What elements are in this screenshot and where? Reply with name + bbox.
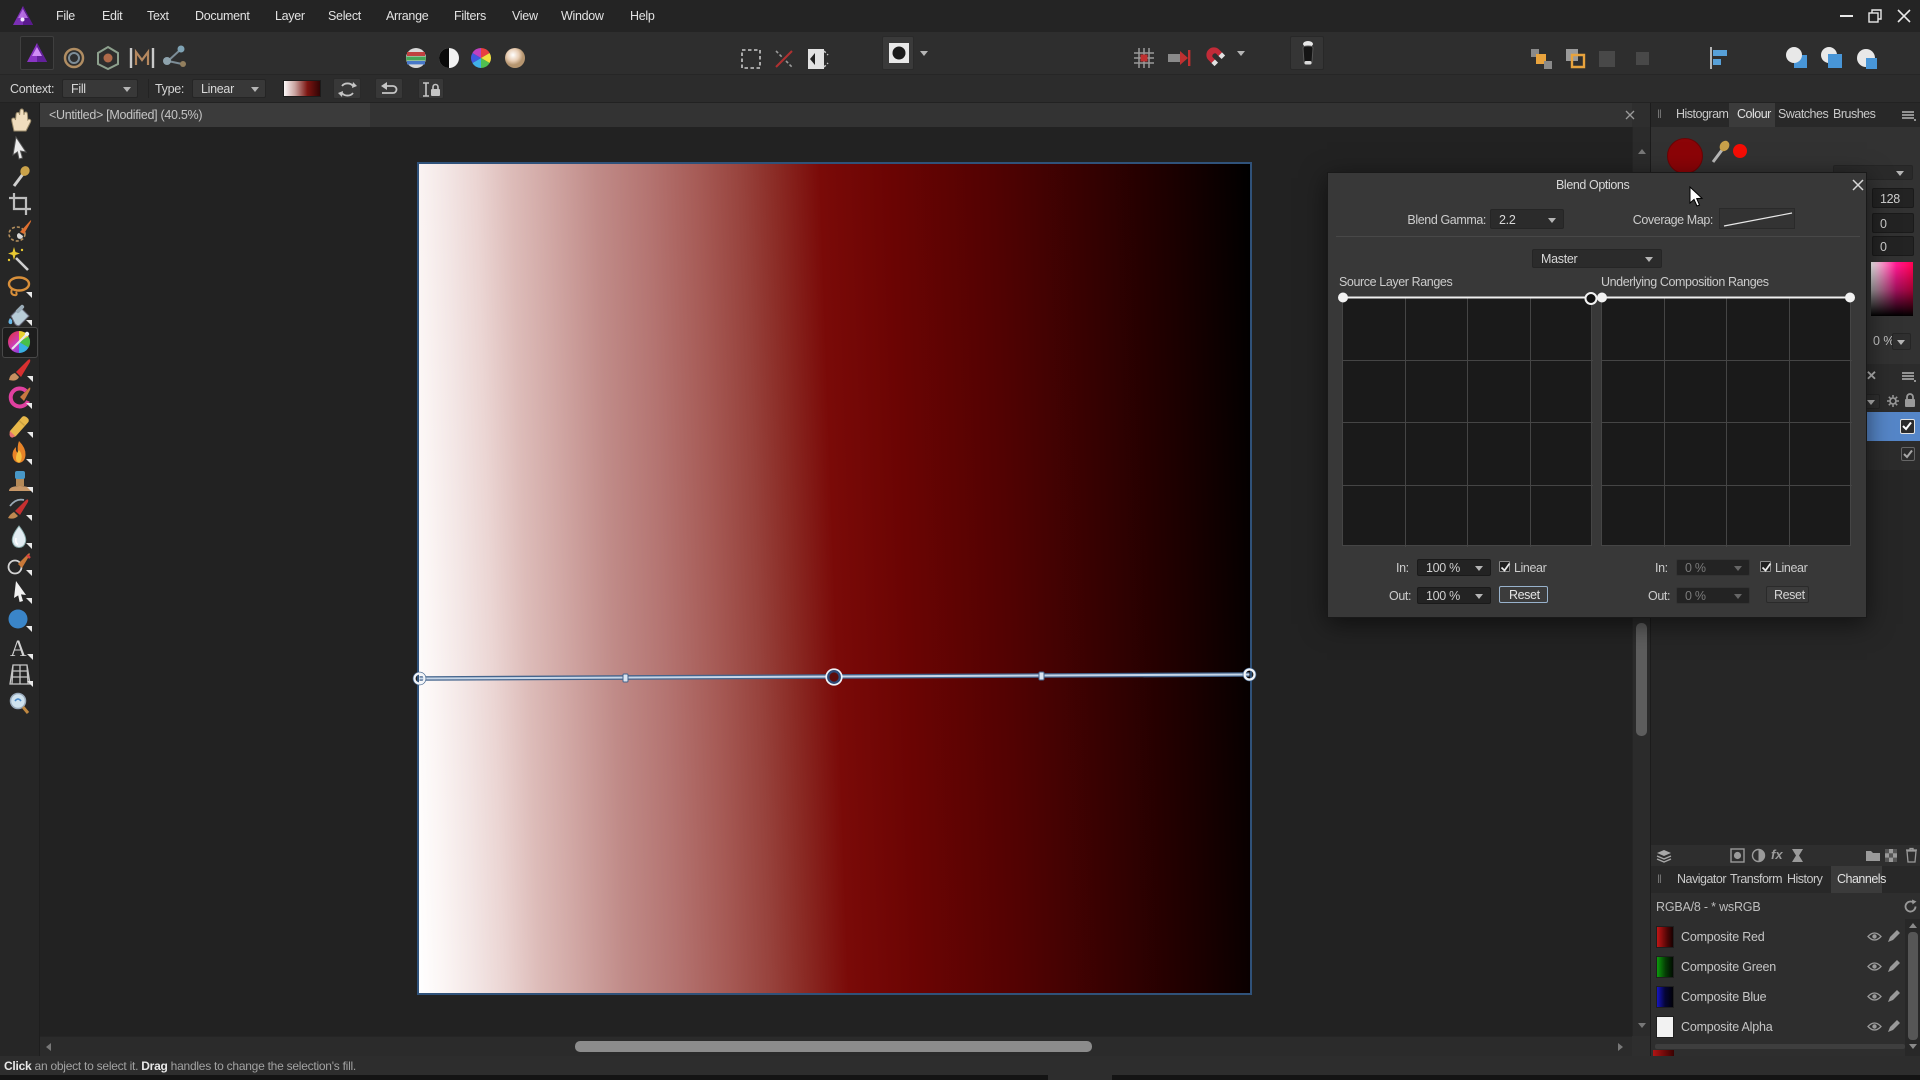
svg-text:A: A	[10, 636, 27, 661]
